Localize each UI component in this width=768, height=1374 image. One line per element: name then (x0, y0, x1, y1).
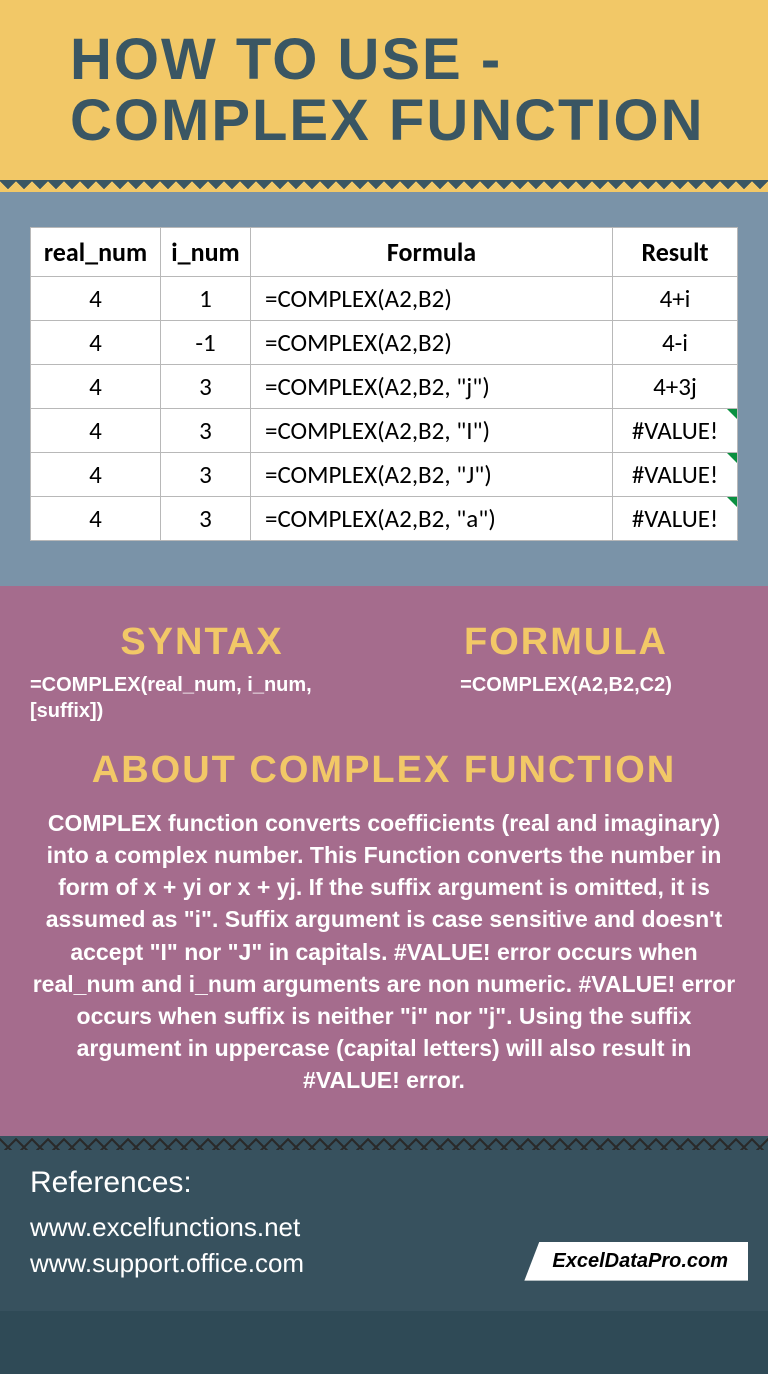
cell-inum: 1 (161, 276, 251, 320)
title-line-1: HOW TO USE - (70, 27, 502, 92)
references-heading: References: (30, 1166, 738, 1200)
info-section: SYNTAX =COMPLEX(real_num, i_num, [suffix… (0, 586, 768, 1137)
col-header-formula: Formula (251, 227, 613, 276)
cell-result: 4-i (613, 320, 738, 364)
cell-formula: =COMPLEX(A2,B2) (251, 320, 613, 364)
table-row: 41=COMPLEX(A2,B2)4+i (31, 276, 738, 320)
cell-result: 4+i (613, 276, 738, 320)
about-body-text: COMPLEX function converts coefficients (… (30, 807, 738, 1097)
divider-zigzag (0, 1136, 768, 1150)
cell-inum: 3 (161, 496, 251, 540)
syntax-heading: SYNTAX (30, 621, 374, 664)
col-header-inum: i_num (161, 227, 251, 276)
cell-formula: =COMPLEX(A2,B2, "j") (251, 364, 613, 408)
table-row: 43=COMPLEX(A2,B2, "J")#VALUE! (31, 452, 738, 496)
cell-inum: 3 (161, 452, 251, 496)
syntax-text: =COMPLEX(real_num, i_num, [suffix]) (30, 672, 374, 724)
about-heading: ABOUT COMPLEX FUNCTION (30, 749, 738, 792)
cell-realnum: 4 (31, 276, 161, 320)
complex-examples-table: real_num i_num Formula Result 41=COMPLEX… (30, 227, 738, 541)
cell-realnum: 4 (31, 320, 161, 364)
cell-formula: =COMPLEX(A2,B2) (251, 276, 613, 320)
brand-badge: ExcelDataPro.com (524, 1242, 748, 1281)
syntax-block: SYNTAX =COMPLEX(real_num, i_num, [suffix… (30, 621, 374, 724)
cell-realnum: 4 (31, 496, 161, 540)
table-row: 4-1=COMPLEX(A2,B2)4-i (31, 320, 738, 364)
table-row: 43=COMPLEX(A2,B2, "j")4+3j (31, 364, 738, 408)
cell-result: #VALUE! (613, 496, 738, 540)
cell-realnum: 4 (31, 408, 161, 452)
footer-section: References: www.excelfunctions.net www.s… (0, 1136, 768, 1310)
cell-result: #VALUE! (613, 408, 738, 452)
formula-text: =COMPLEX(A2,B2,C2) (394, 672, 738, 698)
cell-formula: =COMPLEX(A2,B2, "I") (251, 408, 613, 452)
cell-result: #VALUE! (613, 452, 738, 496)
cell-realnum: 4 (31, 364, 161, 408)
table-header-row: real_num i_num Formula Result (31, 227, 738, 276)
col-header-realnum: real_num (31, 227, 161, 276)
table-row: 43=COMPLEX(A2,B2, "a")#VALUE! (31, 496, 738, 540)
reference-link-1: www.excelfunctions.net (30, 1210, 738, 1245)
col-header-result: Result (613, 227, 738, 276)
title-line-2: COMPLEX FUNCTION (70, 88, 705, 153)
divider-zigzag (0, 180, 768, 194)
formula-block: FORMULA =COMPLEX(A2,B2,C2) (394, 621, 738, 724)
cell-inum: -1 (161, 320, 251, 364)
table-row: 43=COMPLEX(A2,B2, "I")#VALUE! (31, 408, 738, 452)
cell-formula: =COMPLEX(A2,B2, "J") (251, 452, 613, 496)
syntax-formula-row: SYNTAX =COMPLEX(real_num, i_num, [suffix… (30, 621, 738, 724)
cell-formula: =COMPLEX(A2,B2, "a") (251, 496, 613, 540)
formula-heading: FORMULA (394, 621, 738, 664)
header-banner: HOW TO USE - COMPLEX FUNCTION (0, 0, 768, 192)
cell-inum: 3 (161, 408, 251, 452)
example-table-section: real_num i_num Formula Result 41=COMPLEX… (0, 192, 768, 586)
cell-inum: 3 (161, 364, 251, 408)
page-title: HOW TO USE - COMPLEX FUNCTION (20, 30, 748, 152)
cell-realnum: 4 (31, 452, 161, 496)
cell-result: 4+3j (613, 364, 738, 408)
